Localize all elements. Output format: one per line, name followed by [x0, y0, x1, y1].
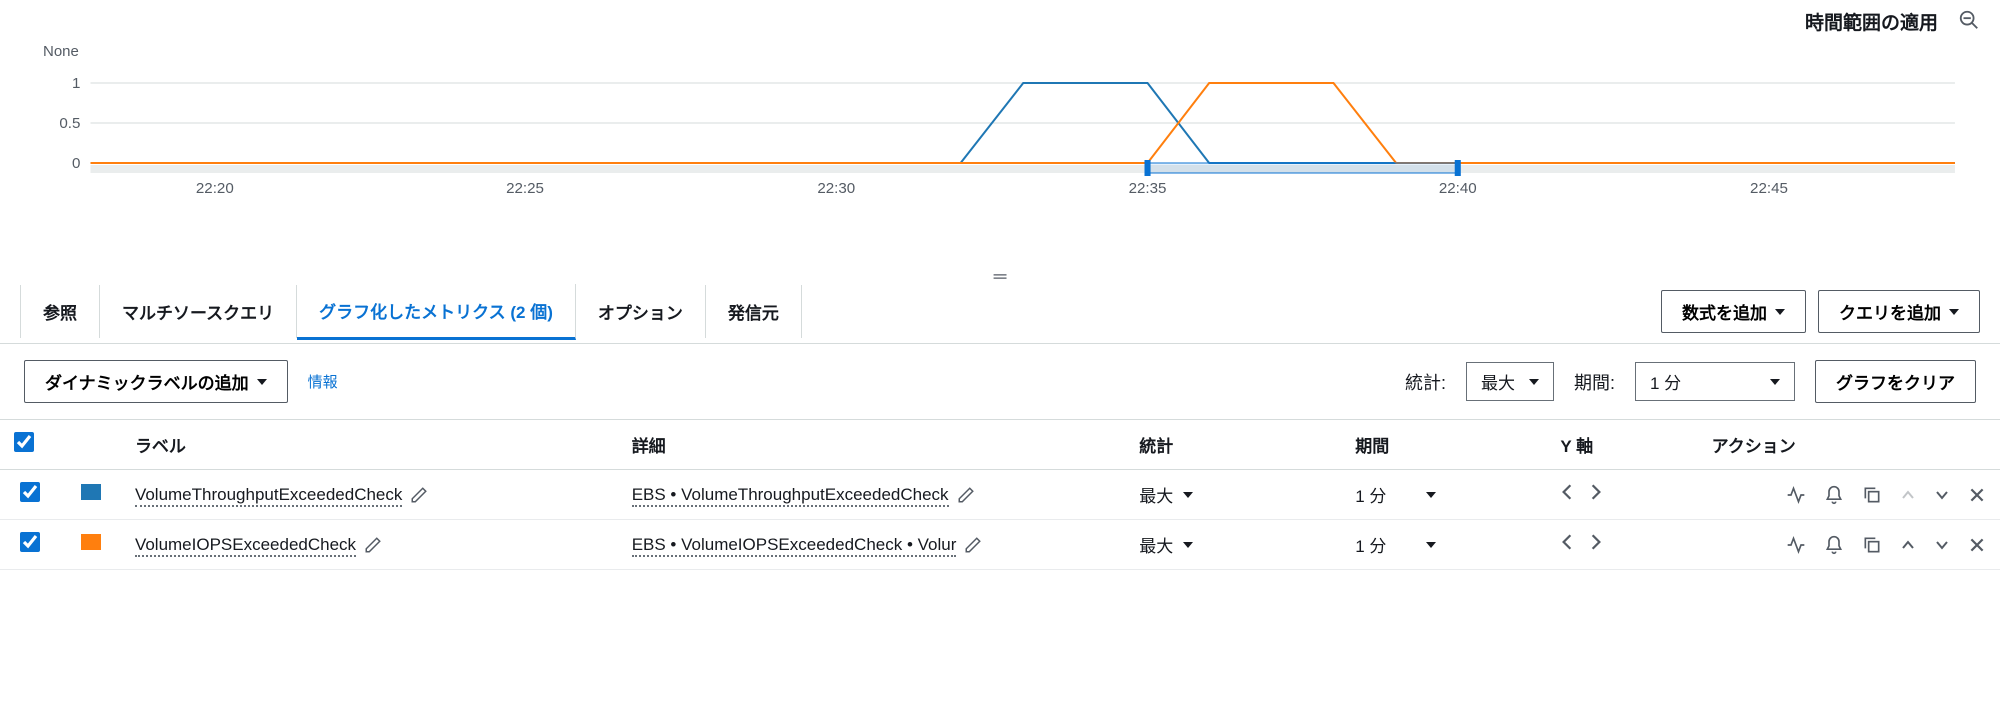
- table-row: VolumeIOPSExceededCheck EBS • VolumeIOPSE…: [0, 520, 2000, 570]
- row-period-select[interactable]: 1 分: [1355, 482, 1436, 507]
- stat-select[interactable]: 最大: [1466, 362, 1554, 401]
- metric-label[interactable]: VolumeThroughputExceededCheck: [135, 485, 402, 507]
- caret-down-icon: [1426, 542, 1436, 548]
- caret-down-icon: [1183, 492, 1193, 498]
- caret-down-icon: [1529, 379, 1539, 385]
- tab-options[interactable]: オプション: [576, 285, 706, 338]
- clear-graph-button[interactable]: グラフをクリア: [1815, 360, 1976, 403]
- row-stat-value: 最大: [1139, 482, 1173, 507]
- x-tick: 22:35: [1129, 180, 1167, 197]
- metric-detail[interactable]: EBS • VolumeThroughputExceededCheck: [632, 485, 949, 507]
- row-period-value: 1 分: [1355, 532, 1386, 557]
- header-stat: 統計: [1125, 420, 1341, 470]
- row-stat-select[interactable]: 最大: [1139, 532, 1193, 557]
- add-expression-label: 数式を追加: [1682, 299, 1767, 324]
- info-link[interactable]: 情報: [308, 371, 338, 392]
- row-period-select[interactable]: 1 分: [1355, 532, 1436, 557]
- tab-source[interactable]: 発信元: [706, 285, 802, 338]
- x-tick: 22:20: [196, 180, 234, 197]
- time-range-apply-title: 時間範囲の適用: [1805, 8, 1938, 35]
- yaxis-right-icon[interactable]: [1589, 533, 1603, 551]
- caret-down-icon: [1949, 309, 1959, 315]
- bell-icon[interactable]: [1824, 485, 1844, 505]
- row-stat-select[interactable]: 最大: [1139, 482, 1193, 507]
- row-period-value: 1 分: [1355, 482, 1386, 507]
- y-axis-none-label: None: [43, 43, 79, 60]
- bell-icon[interactable]: [1824, 535, 1844, 555]
- panel-drag-handle-icon[interactable]: ═: [0, 266, 2000, 280]
- yaxis-left-icon[interactable]: [1560, 483, 1574, 501]
- header-period: 期間: [1341, 420, 1546, 470]
- edit-detail-icon[interactable]: [957, 486, 975, 504]
- metrics-table: ラベル 詳細 統計 期間 Y 軸 アクション VolumeThroughputE…: [0, 419, 2000, 570]
- x-tick: 22:25: [506, 180, 544, 197]
- x-tick: 22:30: [817, 180, 855, 197]
- header-label: ラベル: [121, 420, 618, 470]
- select-all-checkbox[interactable]: [14, 432, 34, 452]
- stat-value: 最大: [1481, 369, 1515, 394]
- header-actions: アクション: [1698, 420, 2000, 470]
- header-yaxis: Y 軸: [1546, 420, 1697, 470]
- duplicate-icon[interactable]: [1862, 535, 1882, 555]
- y-tick-1: 1: [72, 75, 80, 92]
- yaxis-left-icon[interactable]: [1560, 533, 1574, 551]
- caret-down-icon: [257, 379, 267, 385]
- y-tick-0: 0: [72, 155, 80, 172]
- row-checkbox[interactable]: [20, 532, 40, 552]
- tab-multisource-query[interactable]: マルチソースクエリ: [100, 285, 297, 338]
- create-alarm-icon[interactable]: [1786, 485, 1806, 505]
- x-tick: 22:45: [1750, 180, 1788, 197]
- metrics-chart[interactable]: None 1 0.5 0 22:20 22:25 2: [0, 43, 2000, 266]
- zoom-out-icon[interactable]: [1958, 9, 1980, 34]
- yaxis-right-icon[interactable]: [1589, 483, 1603, 501]
- period-select[interactable]: 1 分: [1635, 362, 1795, 401]
- color-swatch[interactable]: [81, 534, 101, 550]
- caret-down-icon: [1183, 542, 1193, 548]
- remove-icon[interactable]: [1968, 536, 1986, 554]
- move-up-icon[interactable]: [1900, 537, 1916, 553]
- add-query-button[interactable]: クエリを追加: [1818, 290, 1980, 333]
- row-stat-value: 最大: [1139, 532, 1173, 557]
- create-alarm-icon[interactable]: [1786, 535, 1806, 555]
- move-up-icon: [1900, 487, 1916, 503]
- add-dynamic-label-button[interactable]: ダイナミックラベルの追加: [24, 360, 288, 403]
- caret-down-icon: [1770, 379, 1780, 385]
- add-expression-button[interactable]: 数式を追加: [1661, 290, 1806, 333]
- edit-label-icon[interactable]: [364, 536, 382, 554]
- row-checkbox[interactable]: [20, 482, 40, 502]
- remove-icon[interactable]: [1968, 486, 1986, 504]
- tab-graphed-metrics[interactable]: グラフ化したメトリクス (2 個): [297, 284, 576, 340]
- caret-down-icon: [1775, 309, 1785, 315]
- tab-browse[interactable]: 参照: [20, 285, 100, 338]
- color-swatch[interactable]: [81, 484, 101, 500]
- metric-label[interactable]: VolumeIOPSExceededCheck: [135, 535, 356, 557]
- y-tick-0.5: 0.5: [59, 115, 80, 132]
- table-row: VolumeThroughputExceededCheck EBS • Volum…: [0, 470, 2000, 520]
- period-label: 期間:: [1574, 369, 1615, 395]
- edit-detail-icon[interactable]: [964, 536, 982, 554]
- stat-label: 統計:: [1405, 369, 1446, 395]
- move-down-icon[interactable]: [1934, 487, 1950, 503]
- duplicate-icon[interactable]: [1862, 485, 1882, 505]
- add-query-label: クエリを追加: [1839, 299, 1941, 324]
- period-value: 1 分: [1650, 369, 1681, 394]
- x-tick: 22:40: [1439, 180, 1477, 197]
- caret-down-icon: [1426, 492, 1436, 498]
- metric-detail[interactable]: EBS • VolumeIOPSExceededCheck • Volur: [632, 535, 957, 557]
- move-down-icon[interactable]: [1934, 537, 1950, 553]
- dynamic-label-text: ダイナミックラベルの追加: [45, 369, 249, 394]
- edit-label-icon[interactable]: [410, 486, 428, 504]
- header-detail: 詳細: [618, 420, 1126, 470]
